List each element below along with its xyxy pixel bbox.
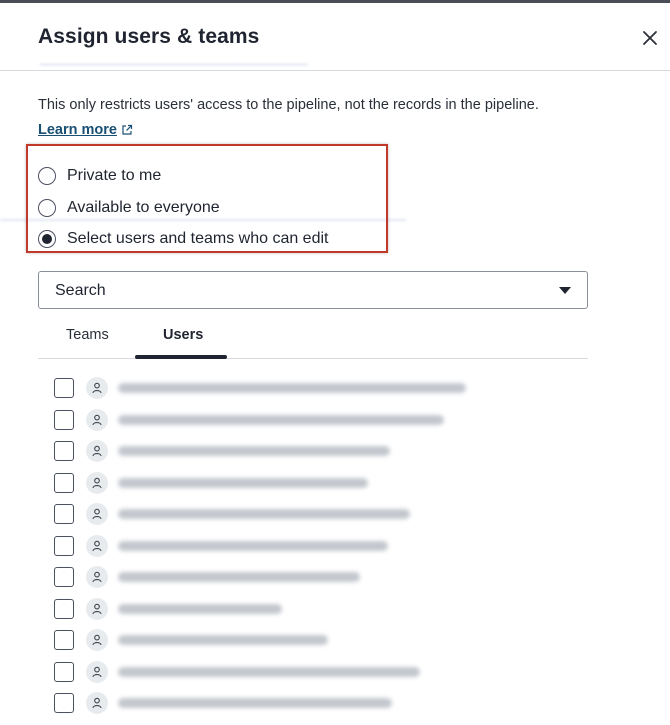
user-checkbox[interactable] — [54, 661, 74, 682]
tabs-divider — [38, 358, 588, 359]
user-checkbox[interactable] — [54, 535, 74, 556]
user-row[interactable] — [54, 503, 410, 525]
redacted-user-name — [118, 635, 328, 645]
redacted-user-name — [118, 572, 360, 582]
redacted-user-name — [118, 414, 444, 425]
dialog-title: Assign users & teams — [38, 25, 260, 48]
radio-private-to-me[interactable]: Private to me — [38, 167, 161, 185]
search-dropdown[interactable]: Search — [38, 271, 588, 309]
user-row[interactable] — [54, 408, 444, 431]
dialog-header: Assign users & teams — [0, 3, 670, 71]
redacted-user-name — [118, 383, 466, 393]
radio-select-users-teams[interactable]: Select users and teams who can edit — [38, 230, 328, 248]
user-avatar-icon — [86, 692, 108, 714]
active-tab-indicator — [135, 355, 227, 359]
tab-users[interactable]: Users — [163, 327, 203, 343]
close-button[interactable] — [638, 28, 662, 52]
radio-label: Available to everyone — [67, 199, 220, 216]
ghost-text: ▔▔▔▔▔▔▔▔▔▔▔▔▔▔▔▔▔▔▔▔▔▔▔▔▔▔▔▔▔ — [40, 64, 308, 78]
radio-button[interactable] — [38, 199, 56, 217]
user-row[interactable] — [54, 566, 360, 588]
user-avatar-icon — [86, 629, 108, 651]
user-row[interactable] — [54, 597, 282, 620]
radio-button[interactable] — [38, 167, 56, 185]
user-checkbox[interactable] — [54, 378, 74, 398]
redacted-user-name — [118, 446, 390, 456]
radio-available-to-everyone[interactable]: Available to everyone — [38, 199, 220, 217]
user-row[interactable] — [54, 660, 420, 683]
user-checkbox[interactable] — [54, 630, 74, 650]
user-checkbox[interactable] — [54, 409, 74, 430]
redacted-user-name — [118, 603, 282, 614]
radio-label: Private to me — [67, 167, 162, 184]
user-avatar-icon — [86, 660, 108, 683]
user-avatar-icon — [86, 440, 108, 462]
user-avatar-icon — [86, 566, 108, 588]
external-link-icon — [121, 124, 133, 136]
redacted-user-name — [118, 540, 388, 551]
user-checkbox[interactable] — [54, 567, 74, 587]
search-label: Search — [55, 282, 106, 299]
user-checkbox[interactable] — [54, 598, 74, 619]
redacted-user-name — [118, 477, 368, 488]
user-row[interactable] — [54, 629, 328, 651]
chevron-down-icon — [559, 287, 571, 294]
redacted-user-name — [118, 666, 420, 677]
access-description: This only restricts users' access to the… — [38, 97, 539, 113]
user-avatar-icon — [86, 377, 108, 399]
user-checkbox[interactable] — [54, 441, 74, 461]
radio-button[interactable] — [38, 230, 56, 248]
user-row[interactable] — [54, 534, 388, 557]
user-row[interactable] — [54, 471, 368, 494]
user-avatar-icon — [86, 471, 108, 494]
radio-label: Select users and teams who can edit — [67, 230, 329, 247]
user-row[interactable] — [54, 440, 390, 462]
tab-teams[interactable]: Teams — [66, 327, 109, 343]
user-checkbox[interactable] — [54, 693, 74, 713]
user-avatar-icon — [86, 534, 108, 557]
user-avatar-icon — [86, 408, 108, 431]
user-row[interactable] — [54, 377, 466, 399]
user-avatar-icon — [86, 597, 108, 620]
user-checkbox[interactable] — [54, 472, 74, 493]
user-checkbox[interactable] — [54, 504, 74, 524]
user-avatar-icon — [86, 503, 108, 525]
learn-more-link[interactable]: Learn more — [38, 122, 133, 138]
tabs-bar: Teams Users — [38, 320, 588, 360]
redacted-user-name — [118, 698, 392, 708]
learn-more-label: Learn more — [38, 122, 117, 138]
user-row[interactable] — [54, 692, 392, 714]
close-icon — [642, 30, 658, 51]
redacted-user-name — [118, 509, 410, 519]
radio-selected-dot — [42, 234, 52, 244]
